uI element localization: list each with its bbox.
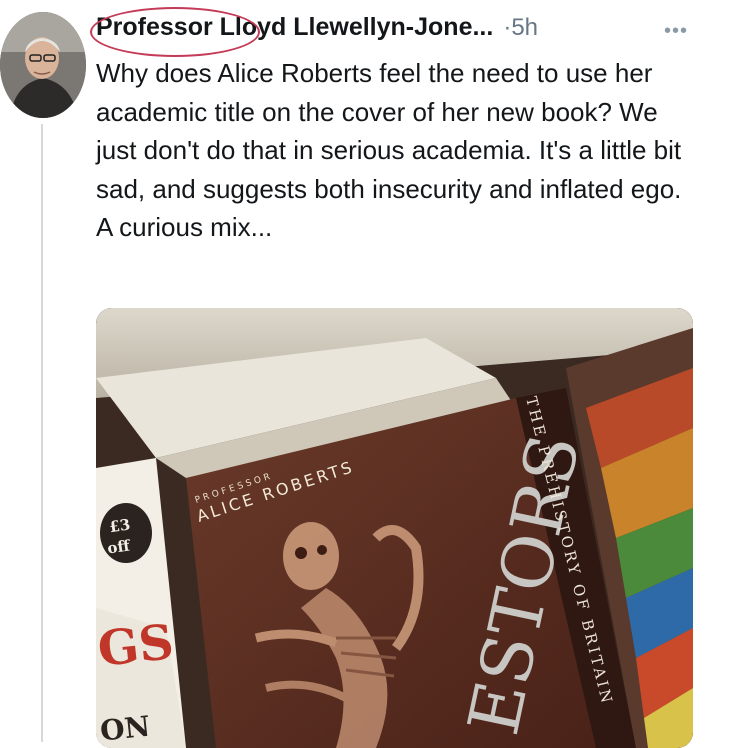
more-horizontal-icon[interactable]: ••• bbox=[664, 21, 688, 41]
tweet[interactable]: Professor Lloyd Llewellyn-Jone... ·5h ••… bbox=[0, 0, 740, 748]
avatar[interactable] bbox=[0, 12, 86, 118]
timestamp[interactable]: ·5h bbox=[503, 14, 538, 42]
price-sticker-amount: £3 bbox=[108, 515, 131, 536]
avatar-image bbox=[0, 12, 86, 118]
tweet-header: Professor Lloyd Llewellyn-Jone... ·5h bbox=[90, 7, 538, 57]
book-photo: £3 off GS ON PROFESSOR ALICE ROBERTS EST… bbox=[96, 308, 693, 748]
left-book-letters: GS bbox=[96, 614, 176, 678]
tweet-text: Why does Alice Roberts feel the need to … bbox=[96, 58, 682, 242]
author-name[interactable]: Professor Lloyd Llewellyn-Jone... bbox=[96, 13, 493, 42]
tweet-photo[interactable]: £3 off GS ON PROFESSOR ALICE ROBERTS EST… bbox=[96, 308, 693, 748]
thread-line bbox=[41, 124, 43, 742]
price-sticker-off: off bbox=[106, 536, 132, 557]
